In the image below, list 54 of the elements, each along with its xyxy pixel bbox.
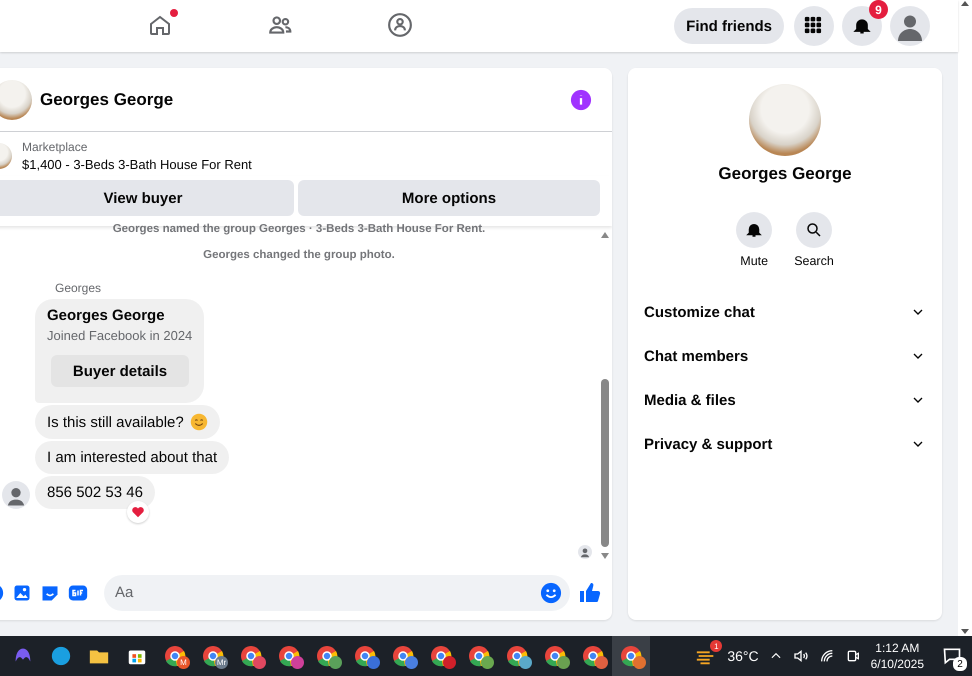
group-event-text: Georges named the group Georges · 3-Beds 3-Bath House For Rent. [112, 223, 486, 237]
notification-count: 2 [953, 657, 967, 671]
listing-title: $1,400 - 3-Beds 3-Bath House For Rent [22, 157, 252, 172]
photo-icon [12, 582, 32, 602]
search-icon [804, 221, 823, 239]
weather-badge: 1 [710, 640, 722, 652]
temperature: 36°C [727, 648, 759, 664]
profile-button[interactable] [890, 6, 930, 46]
chat-title: Georges George [40, 90, 174, 110]
message-bubble: I am interested about that [35, 441, 230, 474]
taskbar-app[interactable]: Mr [194, 636, 232, 676]
details-section[interactable]: Chat members [644, 334, 926, 378]
buyer-name: Georges George [47, 307, 166, 324]
details-section[interactable]: Privacy & support [644, 422, 926, 466]
notification-badge: 9 [869, 0, 888, 19]
grid-icon [804, 16, 824, 36]
group-circle-icon [387, 12, 413, 38]
notification-center-icon [942, 646, 962, 666]
avatar-icon [2, 481, 30, 509]
clock[interactable]: 1:12 AM 6/10/2025 [870, 640, 924, 672]
buyer-details-button[interactable]: Buyer details [51, 355, 189, 387]
thumbs-up-icon [578, 580, 602, 604]
profile-badge: Mr [215, 656, 228, 669]
taskbar-app[interactable]: M [156, 636, 194, 676]
group-event-text: Georges changed the group photo. [202, 249, 396, 263]
profile-badge: M [177, 656, 190, 669]
scroll-down-icon [601, 553, 609, 561]
action-button[interactable]: View buyer [0, 180, 294, 216]
listing-label: Marketplace [22, 140, 88, 154]
speaker-icon [792, 648, 809, 664]
smiling-face-icon [190, 413, 208, 431]
emoji-icon [540, 582, 562, 604]
profile-name: Georges George [718, 164, 852, 184]
avatar-photo-placeholder [0, 80, 32, 120]
gif-icon [68, 582, 88, 602]
heart-icon [130, 505, 145, 519]
message-input-field[interactable]: Aa [104, 574, 570, 610]
details-section[interactable]: Media & files [644, 378, 926, 422]
bell-icon [745, 221, 764, 239]
seen-avatar-icon [578, 545, 592, 559]
action-button[interactable]: More options [298, 180, 600, 216]
menu-button[interactable] [794, 6, 834, 46]
scrollbar-thumb[interactable] [601, 379, 609, 547]
details-section[interactable]: Customize chat [644, 290, 926, 334]
scroll-up-icon [601, 230, 609, 238]
buyer-subtitle: Joined Facebook in 2024 [47, 328, 194, 343]
message-bubble: Is this still available? [35, 405, 220, 439]
find-friends-button[interactable]: Find friends [674, 8, 784, 44]
sender-name: Georges [55, 281, 102, 295]
page-scroll-up-icon [961, 0, 969, 8]
notifications-button[interactable] [842, 6, 882, 46]
taskbar-app[interactable] [612, 636, 650, 676]
info-icon [570, 88, 592, 110]
wifi-icon [818, 648, 835, 664]
